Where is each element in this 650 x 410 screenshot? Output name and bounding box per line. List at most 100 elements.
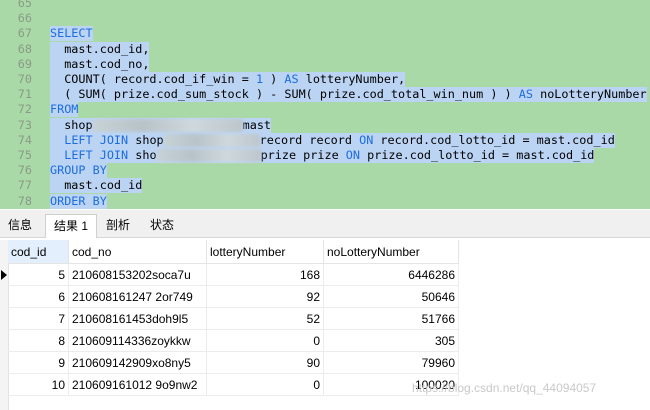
result-tabbar: 信息 结果 1 剖析 状态 [0,210,650,238]
sql-keyword: ORDER BY [50,193,107,208]
code-text: GROUP BY [50,163,107,179]
tab-profile[interactable]: 剖析 [97,214,139,238]
column-header-cod-id[interactable]: cod_id [8,240,69,264]
sql-token: mast [242,117,272,132]
sql-token: record record [259,132,360,147]
line-number: 69 [17,56,32,71]
tab-info[interactable]: 信息 [0,214,40,238]
sql-token: prize.cod_lotto_id = mast.cod_id [360,148,595,162]
code-text: shop mast [50,117,272,133]
tab-result-1[interactable]: 结果 1 [45,214,97,238]
code-line: 74 LEFT JOIN shop record record ON record… [0,132,650,148]
tab-status[interactable]: 状态 [141,214,183,238]
code-line: 72 FROM [0,102,650,118]
code-text: LEFT JOIN shop record record ON record.co… [50,132,615,148]
code-line: 68 mast.cod_id, [0,41,650,57]
line-number: 67 [17,26,32,41]
cell-cod-no[interactable]: 210609114336zoykkw [69,330,207,352]
code-text: FROM [50,102,79,118]
cell-lottery-number[interactable]: 90 [207,352,324,374]
sql-token: mast.cod_no, [50,56,150,71]
column-header-lottery-number[interactable]: lotteryNumber [207,240,324,264]
column-header-no-lottery-number[interactable]: noLotteryNumber [324,240,459,264]
code-line: 77 mast.cod_id [0,178,650,194]
cell-cod-no[interactable]: 210608153202soca7u [69,264,207,286]
line-number: 77 [17,178,32,193]
sql-token: COUNT( record.cod_if_win = [50,72,256,86]
code-text: mast.cod_no, [50,56,150,72]
redacted-text [92,118,243,132]
sql-token: prize prize [260,148,346,162]
sql-keyword: AS [518,87,533,102]
code-line: 71 ( SUM( prize.cod_sum_stock ) - SUM( p… [0,87,650,103]
sql-token: mast.cod_id [50,178,143,193]
cell-lottery-number[interactable]: 52 [207,308,324,330]
cell-cod-id[interactable]: 7 [8,308,69,330]
code-text: COUNT( record.cod_if_win = 1 ) AS lotter… [50,72,406,87]
cell-lottery-number[interactable]: 0 [207,330,324,352]
code-line: 73 shop mast [0,117,650,133]
row-indicator[interactable] [0,286,8,308]
code-line: 67 SELECT [0,26,650,42]
cell-cod-no[interactable]: 210609142909xo8ny5 [69,352,207,374]
sql-token: lotteryNumber, [298,72,406,86]
sql-token: shop [50,117,93,132]
sql-token: ) [263,72,285,86]
cell-cod-id[interactable]: 8 [8,330,69,352]
code-text: SELECT [50,26,93,42]
sql-token: noLotteryNumber [532,87,647,102]
sql-keyword: ON [345,148,361,162]
code-line: 66 [0,11,650,26]
sql-keyword: FROM [50,102,79,117]
sql-editor[interactable]: 65 66 67 SELECT 68 mast.cod_id, 69 mast.cod_n… [0,0,650,209]
line-number: 76 [17,163,32,178]
sql-keyword: AS [284,72,299,86]
cell-cod-id[interactable]: 6 [8,286,69,308]
redacted-text [156,149,261,162]
line-number: 72 [17,102,32,117]
column-header-cod-no[interactable]: cod_no [69,240,207,264]
sql-token: record.cod_lotto_id = mast.cod_id [373,132,615,147]
line-number: 71 [17,87,32,102]
sql-token: mast.cod_id, [50,41,150,56]
row-indicator[interactable] [0,308,8,330]
redacted-text [163,133,260,147]
cell-cod-id[interactable]: 9 [8,352,69,374]
line-number: 66 [17,11,32,26]
current-row-arrow-icon [1,270,7,280]
sql-token: shop [128,132,164,147]
sql-token: ( SUM( prize.cod_sum_stock ) - SUM( priz… [50,87,519,102]
cell-no-lottery-number[interactable]: 51766 [324,308,459,330]
code-line: 75 LEFT JOIN sho prize prize ON prize.cod… [0,148,650,163]
code-line: 78 ORDER BY [0,193,650,209]
cell-no-lottery-number[interactable]: 50646 [324,286,459,308]
line-number: 75 [17,148,32,162]
cell-lottery-number[interactable]: 92 [207,286,324,308]
sql-keyword: ON [359,132,374,147]
sql-keyword: LEFT JOIN [64,132,129,147]
code-text: mast.cod_id [50,178,143,194]
cell-no-lottery-number[interactable]: 305 [324,330,459,352]
cell-cod-no[interactable]: 210608161453doh9l5 [69,308,207,330]
cell-cod-no[interactable]: 210609161012 9o9nw2 [69,374,207,396]
line-number: 65 [17,0,32,10]
code-line: 70 COUNT( record.cod_if_win = 1 ) AS lot… [0,72,650,87]
sql-keyword: LEFT JOIN [64,148,129,162]
row-indicator[interactable] [0,374,8,396]
cell-cod-id[interactable]: 5 [8,264,69,286]
row-indicator[interactable] [0,330,8,352]
cell-no-lottery-number[interactable]: 6446286 [324,264,459,286]
cell-no-lottery-number[interactable]: 79960 [324,352,459,374]
cell-cod-id[interactable]: 10 [8,374,69,396]
cell-cod-no[interactable]: 210608161247 2or749 [69,286,207,308]
sql-keyword: GROUP BY [50,163,107,178]
code-text: LEFT JOIN sho prize prize ON prize.cod_lo… [50,148,595,163]
watermark-text: https://blog.csdn.net/qq_44094057 [412,381,597,395]
cell-lottery-number[interactable]: 168 [207,264,324,286]
row-indicator[interactable] [0,264,8,286]
line-number: 74 [17,132,32,147]
row-indicator[interactable] [0,352,8,374]
cell-lottery-number[interactable]: 0 [207,374,324,396]
line-number: 68 [17,41,32,56]
